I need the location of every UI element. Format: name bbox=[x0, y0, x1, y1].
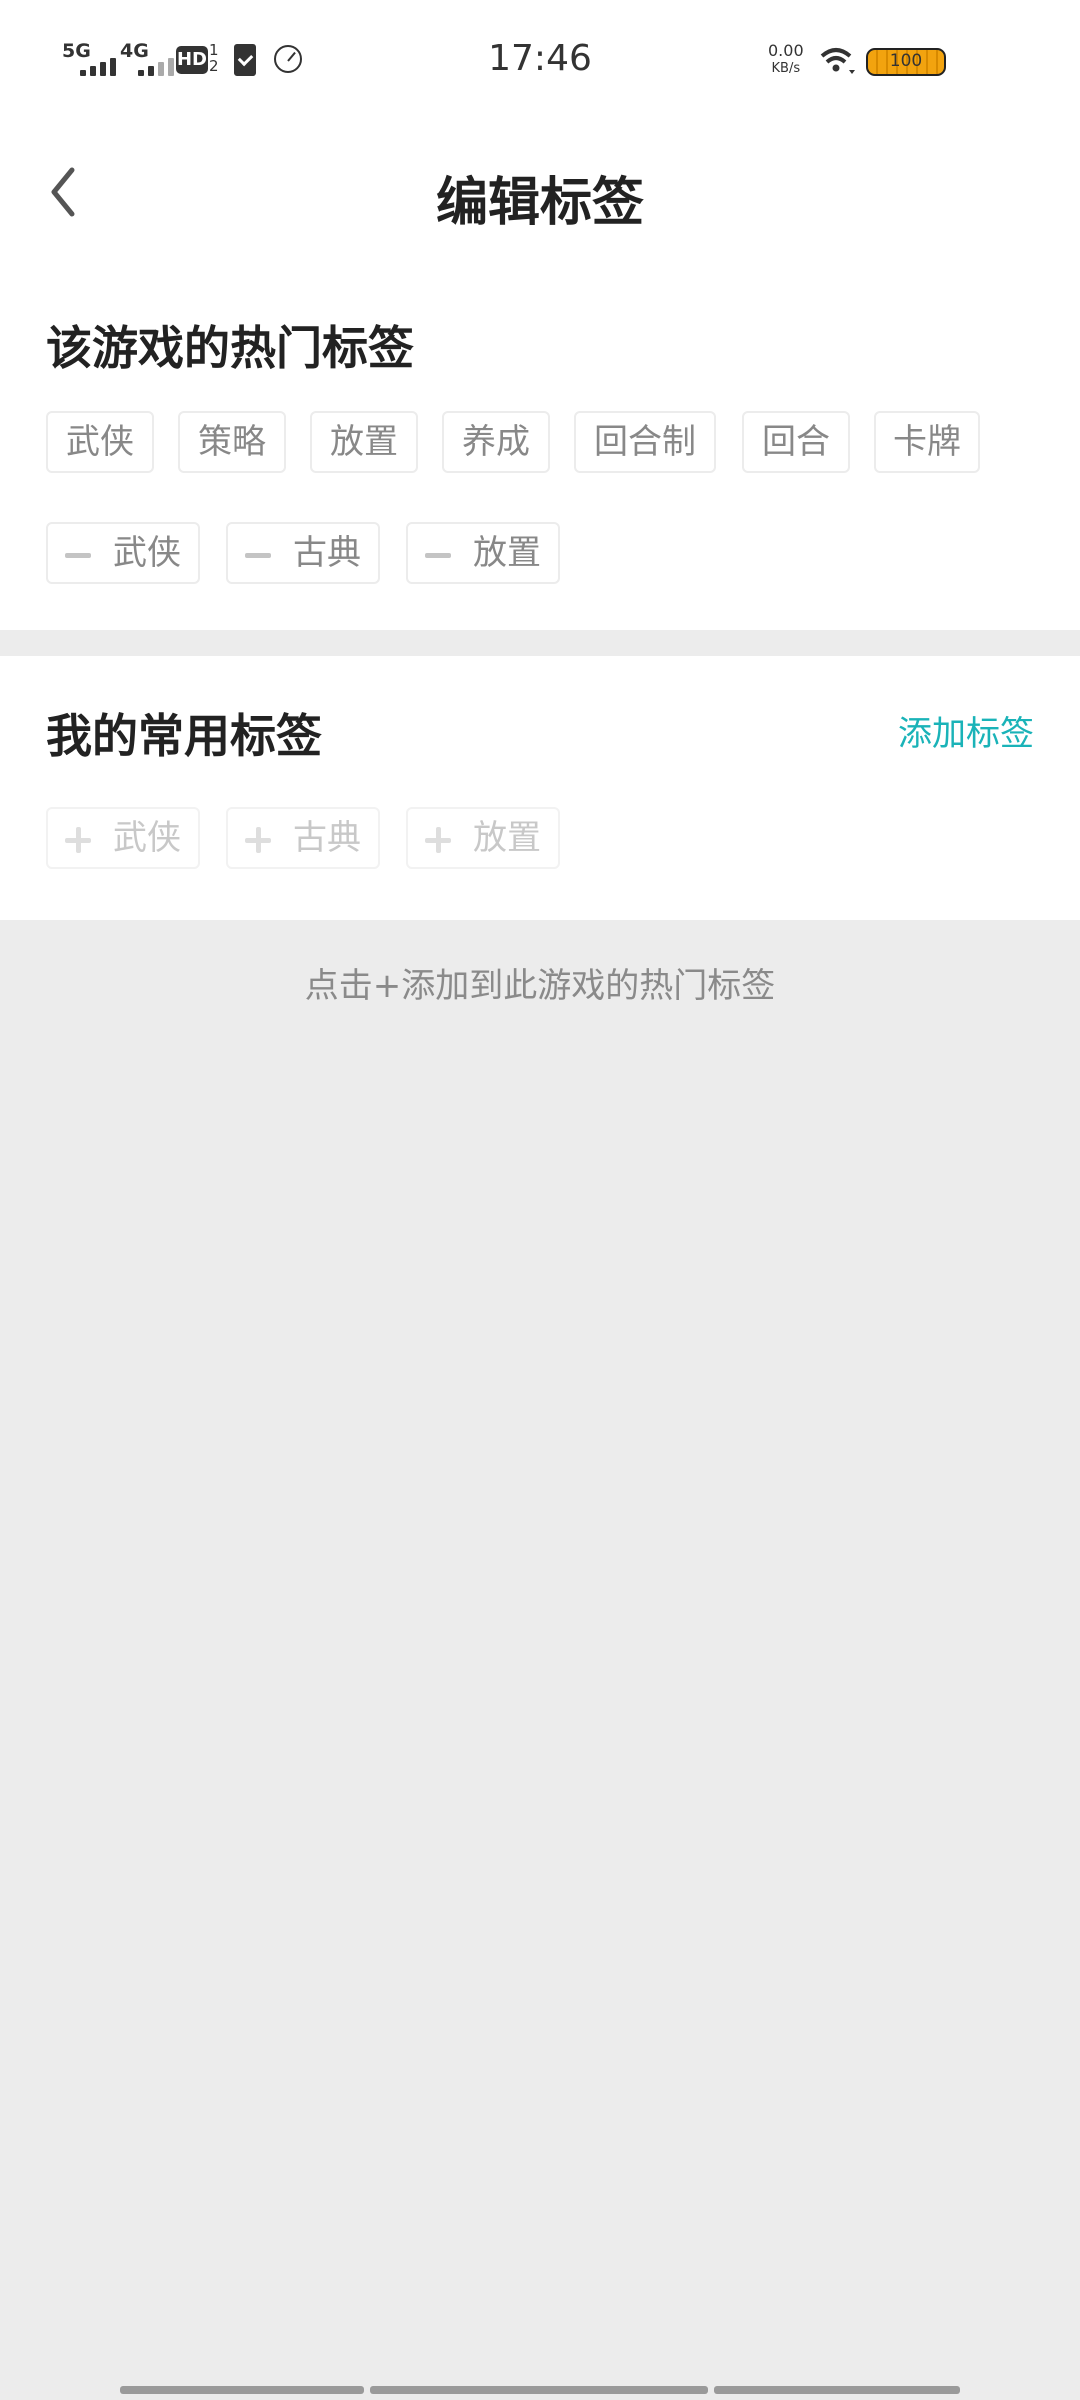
selected-tag-label: 古典 bbox=[293, 533, 361, 573]
my-tag-chip[interactable]: 放置 bbox=[406, 807, 560, 869]
hot-tag-chip[interactable]: 卡牌 bbox=[874, 411, 980, 473]
hot-tag-label: 回合 bbox=[762, 422, 830, 462]
hot-tag-chip[interactable]: 武侠 bbox=[46, 411, 154, 473]
hot-tag-chip[interactable]: 回合制 bbox=[574, 411, 716, 473]
my-tag-label: 放置 bbox=[473, 818, 541, 858]
hot-tag-chip[interactable]: 策略 bbox=[178, 411, 286, 473]
add-tag-button[interactable]: 添加标签 bbox=[898, 706, 1034, 755]
hot-tag-chip[interactable]: 放置 bbox=[310, 411, 418, 473]
hot-tag-label: 养成 bbox=[462, 422, 530, 462]
minus-icon[interactable] bbox=[245, 542, 271, 568]
section-divider bbox=[0, 630, 1080, 656]
hot-tag-chip[interactable]: 回合 bbox=[742, 411, 850, 473]
selected-tag-label: 放置 bbox=[473, 533, 541, 573]
nav-gesture-bar[interactable] bbox=[120, 2386, 364, 2394]
battery-icon: 100 bbox=[866, 48, 946, 76]
battery-level: 100 bbox=[889, 51, 923, 71]
network-speed-unit: KB/s bbox=[771, 61, 801, 76]
my-tags-title: 我的常用标签 bbox=[46, 709, 322, 763]
hot-tag-label: 回合制 bbox=[594, 422, 696, 462]
nav-gesture-bar[interactable] bbox=[714, 2386, 960, 2394]
plus-icon[interactable] bbox=[245, 826, 271, 853]
selected-tag-label: 武侠 bbox=[113, 533, 181, 573]
minus-icon[interactable] bbox=[425, 542, 451, 568]
selected-tag-chip[interactable]: 古典 bbox=[226, 522, 380, 584]
hot-tag-chip[interactable]: 养成 bbox=[442, 411, 550, 473]
hot-tag-label: 卡牌 bbox=[893, 422, 961, 462]
network-speed-value: 0.00 bbox=[768, 41, 804, 60]
selected-tag-chip[interactable]: 武侠 bbox=[46, 522, 200, 584]
selected-tag-chip[interactable]: 放置 bbox=[406, 522, 560, 584]
plus-icon[interactable] bbox=[65, 826, 91, 853]
hot-tags-title: 该游戏的热门标签 bbox=[46, 321, 414, 375]
my-tag-label: 武侠 bbox=[113, 818, 181, 858]
hot-tag-label: 策略 bbox=[198, 422, 266, 462]
network-speed: 0.00 KB/s bbox=[768, 42, 804, 78]
plus-icon[interactable] bbox=[425, 826, 451, 853]
nav-gesture-bar[interactable] bbox=[370, 2386, 708, 2394]
hot-tag-label: 武侠 bbox=[66, 422, 134, 462]
page-title: 编辑标签 bbox=[435, 173, 644, 233]
my-tag-chip[interactable]: 武侠 bbox=[46, 807, 200, 869]
my-tag-label: 古典 bbox=[293, 818, 361, 858]
my-tags-panel bbox=[0, 656, 1080, 920]
hot-tag-label: 放置 bbox=[330, 422, 398, 462]
my-tag-chip[interactable]: 古典 bbox=[226, 807, 380, 869]
status-bar: 5G 4G HD 12 17:46 0.00 KB/s 100 bbox=[0, 0, 1080, 120]
minus-icon[interactable] bbox=[65, 542, 91, 568]
wifi-icon bbox=[820, 48, 855, 74]
hint-text: 点击+添加到此游戏的热门标签 bbox=[304, 966, 776, 1006]
